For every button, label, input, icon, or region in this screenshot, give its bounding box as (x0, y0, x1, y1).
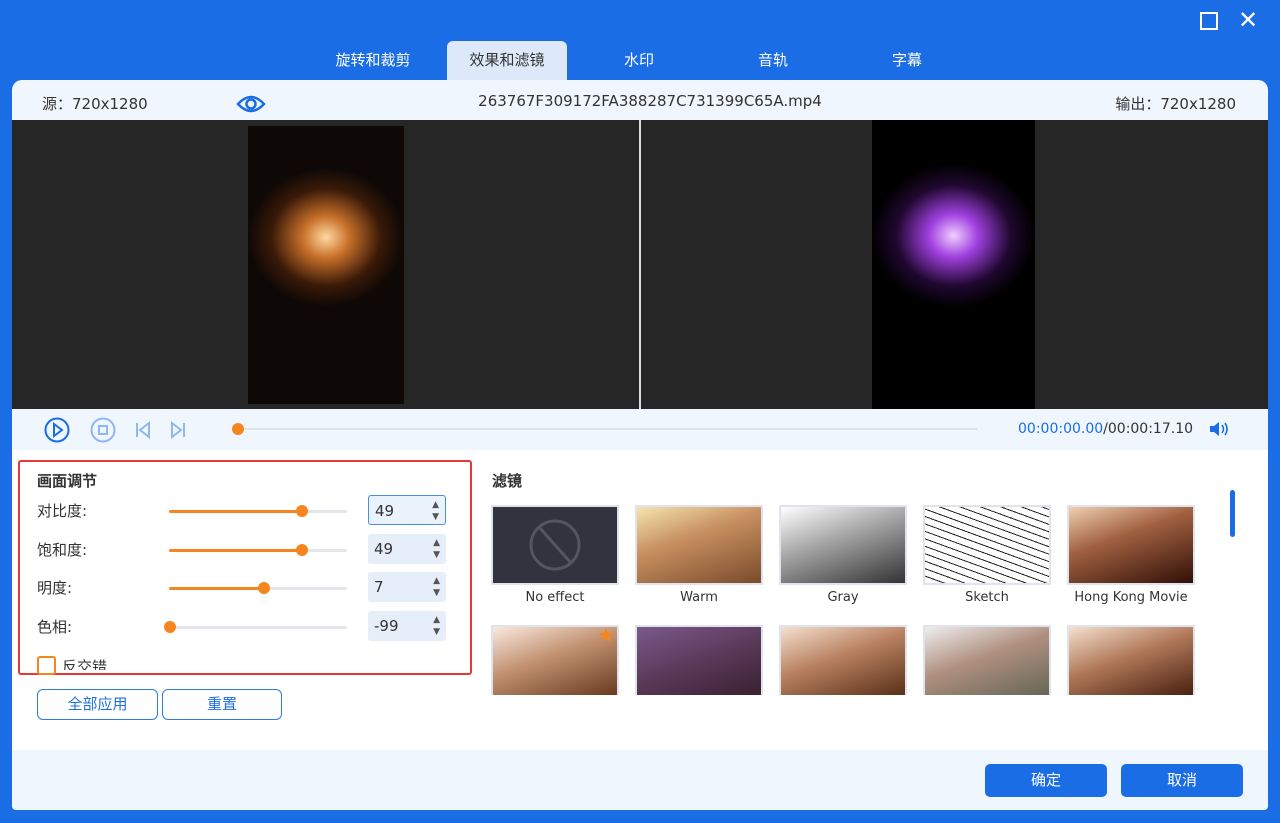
filter-name: No effect (491, 590, 619, 605)
deinterlace-checkbox[interactable] (37, 656, 56, 675)
spin-down-icon[interactable]: ▼ (433, 589, 440, 598)
contrast-spinbox[interactable]: 49 ▲ ▼ (368, 495, 446, 525)
progress-thumb[interactable] (232, 423, 244, 435)
adjust-title: 画面调节 (37, 470, 97, 491)
saturation-slider[interactable] (169, 549, 347, 552)
brightness-slider-fill (169, 587, 264, 590)
highlight-box (18, 460, 472, 675)
current-time: 00:00:00.00 (1018, 421, 1103, 437)
spin-up-icon[interactable]: ▲ (433, 577, 440, 586)
filter-thumbnail[interactable] (1067, 625, 1195, 695)
preview-area (12, 120, 1268, 409)
output-video (872, 120, 1035, 409)
contrast-label: 对比度: (37, 500, 87, 521)
filter-thumbnail[interactable] (923, 505, 1051, 585)
hue-label: 色相: (37, 616, 72, 637)
filter-name: Gray (779, 590, 907, 605)
apply-all-button[interactable]: 全部应用 (37, 689, 158, 720)
tab-audio-track[interactable]: 音轨 (713, 41, 833, 80)
tab-watermark[interactable]: 水印 (579, 41, 699, 80)
play-button[interactable] (44, 417, 70, 447)
stop-button[interactable] (90, 417, 116, 447)
filter-name: Sketch (923, 590, 1051, 605)
source-video (248, 126, 404, 404)
hue-value: -99 (374, 617, 399, 635)
contrast-slider-fill (169, 510, 302, 513)
filters-title: 滤镜 (492, 470, 522, 491)
brightness-label: 明度: (37, 577, 72, 598)
tab-rotate-crop[interactable]: 旋转和裁剪 (313, 41, 433, 80)
tab-effects-filters[interactable]: 效果和滤镜 (447, 41, 567, 80)
contrast-slider[interactable] (169, 510, 347, 513)
hue-spinbox[interactable]: -99 ▲ ▼ (368, 611, 446, 641)
brightness-spinbox[interactable]: 7 ▲ ▼ (368, 572, 446, 602)
filter-thumbnail[interactable] (635, 505, 763, 585)
saturation-spinbox[interactable]: 49 ▲ ▼ (368, 534, 446, 564)
tab-subtitles[interactable]: 字幕 (847, 41, 967, 80)
close-button[interactable]: ✕ (1238, 6, 1258, 34)
filter-thumbnail[interactable] (779, 625, 907, 695)
preview-divider (639, 120, 641, 409)
filter-thumbnail[interactable] (1067, 505, 1195, 585)
volume-icon[interactable] (1208, 420, 1230, 442)
filter-name: Hong Kong Movie (1067, 590, 1195, 605)
filter-thumbnail[interactable]: ★ (491, 625, 619, 695)
filter-thumbnail[interactable] (491, 505, 619, 585)
filter-thumbnail[interactable] (923, 625, 1051, 695)
spin-up-icon[interactable]: ▲ (433, 539, 440, 548)
star-icon: ★ (597, 625, 615, 647)
reset-button[interactable]: 重置 (162, 689, 282, 720)
brightness-slider[interactable] (169, 587, 347, 590)
previous-frame-button[interactable] (134, 421, 152, 443)
contrast-slider-thumb[interactable] (296, 505, 308, 517)
spin-down-icon[interactable]: ▼ (432, 513, 439, 522)
playback-controls: 00:00:00.00/00:00:17.10 (12, 409, 1268, 450)
contrast-value: 49 (375, 502, 394, 520)
filters-scrollbar[interactable] (1230, 490, 1235, 537)
hue-slider[interactable] (169, 626, 347, 629)
maximize-button[interactable] (1200, 12, 1218, 30)
spin-down-icon[interactable]: ▼ (433, 551, 440, 560)
hue-slider-thumb[interactable] (164, 621, 176, 633)
deinterlace-label: 反交错 (62, 656, 107, 670)
progress-bar[interactable] (238, 428, 977, 430)
output-resolution: 输出：720x1280 (1115, 93, 1236, 114)
editor-panel: 源：720x1280 263767F309172FA388287C731399C… (12, 80, 1268, 810)
cancel-button[interactable]: 取消 (1121, 764, 1243, 797)
spin-up-icon[interactable]: ▲ (432, 501, 439, 510)
total-time: /00:00:17.10 (1103, 421, 1193, 437)
ok-button[interactable]: 确定 (985, 764, 1107, 797)
file-name: 263767F309172FA388287C731399C65A.mp4 (12, 92, 1268, 110)
no-effect-icon (493, 507, 617, 583)
filter-thumbnail[interactable] (779, 505, 907, 585)
settings-area: 画面调节 对比度: 49▲▼饱和度: 49▲▼明度: 7▲▼色相: -99▲▼ … (12, 450, 1268, 750)
footer: 确定 取消 (12, 750, 1268, 810)
filter-name: Warm (635, 590, 763, 605)
spin-up-icon[interactable]: ▲ (433, 616, 440, 625)
brightness-value: 7 (374, 578, 384, 596)
saturation-value: 49 (374, 540, 393, 558)
saturation-slider-fill (169, 549, 302, 552)
saturation-slider-thumb[interactable] (296, 544, 308, 556)
saturation-label: 饱和度: (37, 539, 87, 560)
spin-down-icon[interactable]: ▼ (433, 628, 440, 637)
filter-thumbnail[interactable] (635, 625, 763, 695)
next-frame-button[interactable] (169, 421, 187, 443)
time-display: 00:00:00.00/00:00:17.10 (1018, 421, 1193, 437)
